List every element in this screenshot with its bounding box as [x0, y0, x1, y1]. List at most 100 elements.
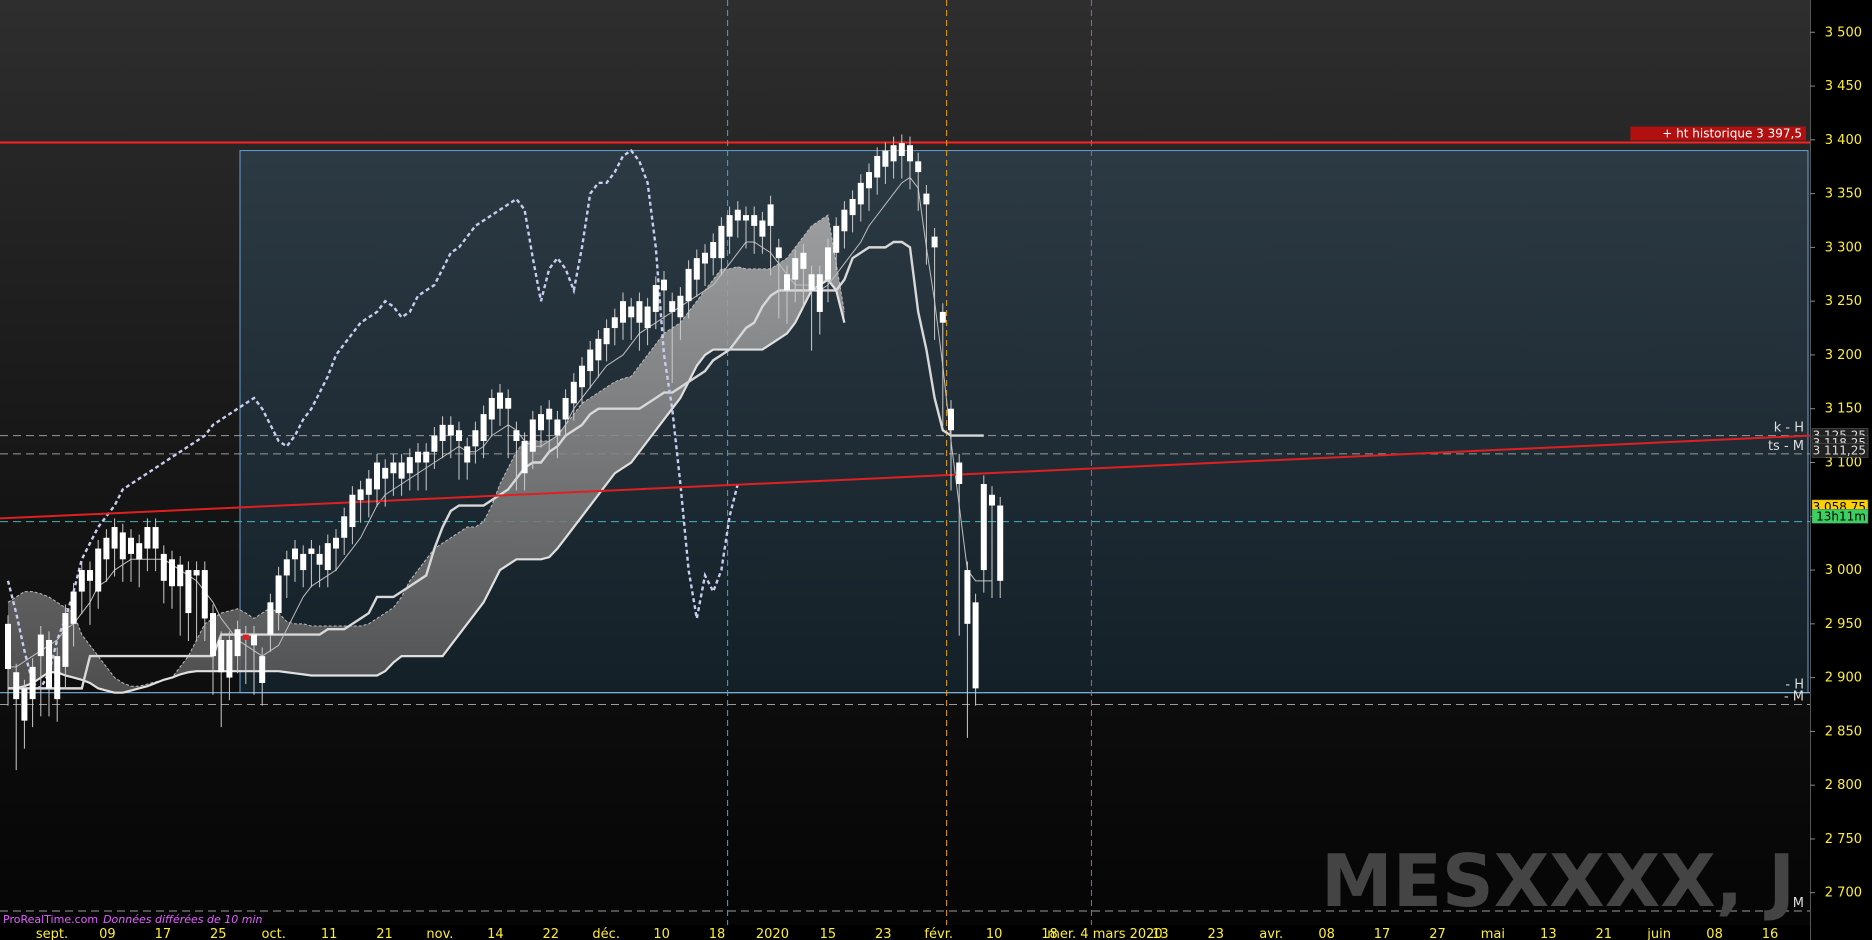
y-tick-label: 2 750 [1825, 832, 1862, 847]
x-tick-label: 21 [376, 927, 393, 940]
candle-body [119, 532, 126, 560]
candle-body [5, 623, 11, 670]
candle-body [488, 397, 495, 420]
candle-body [521, 440, 528, 474]
price-chart[interactable]: + ht historique 3 397,5k - Hts - M- H- M… [0, 0, 1872, 940]
candle-body [841, 209, 848, 232]
candle-body [316, 553, 323, 565]
candle-body [652, 285, 659, 312]
candle-body [710, 242, 717, 259]
candle-body [956, 462, 963, 485]
candle-body [989, 494, 995, 506]
candle-body [169, 559, 175, 587]
candle-body [103, 537, 110, 560]
candle-body [308, 548, 315, 554]
candle-body [800, 252, 807, 269]
x-tick-label: 21 [1595, 927, 1612, 940]
candle-body [13, 672, 20, 700]
candle-body [628, 306, 635, 318]
candle-body [29, 666, 36, 700]
candle-body [948, 408, 954, 431]
candle-body [37, 634, 44, 657]
candle-body [620, 301, 626, 323]
y-tick-label: 3 250 [1825, 294, 1862, 309]
candle-body [275, 575, 282, 614]
candle-body [972, 602, 979, 689]
candle-body [283, 559, 290, 576]
y-tick-label: 3 300 [1825, 240, 1862, 255]
x-tick-label: 08 [1706, 927, 1723, 940]
candle-body [251, 634, 257, 646]
candle-body [898, 143, 905, 156]
candle-body [603, 328, 610, 345]
candle-body [160, 553, 167, 581]
candle-body [144, 527, 151, 549]
candle-body [529, 419, 536, 452]
candle-body [324, 543, 331, 571]
candle-body [472, 430, 479, 447]
y-tick-label: 3 450 [1825, 79, 1862, 94]
candle-body [611, 317, 618, 329]
candle-body [775, 247, 782, 259]
candle-body [644, 306, 651, 329]
candle-body [456, 430, 462, 441]
candle-body [439, 424, 446, 441]
candle-body [193, 570, 200, 576]
x-tick-label: nov. [426, 927, 453, 940]
candle-body [849, 198, 856, 216]
source-brand: ProRealTime.com [3, 913, 98, 926]
x-tick-label: 15 [820, 927, 837, 940]
candle-body [595, 338, 602, 361]
candle-body [415, 451, 421, 463]
candle-body [792, 258, 799, 280]
candle-body [726, 215, 733, 237]
y-tick-label: 3 400 [1825, 133, 1862, 148]
x-tick-label: 11 [321, 927, 338, 940]
candle-body [808, 274, 815, 291]
candle-body [734, 209, 741, 221]
candle-body [866, 172, 872, 189]
y-tick-label: 2 850 [1825, 724, 1862, 739]
x-tick-label: juin [1646, 927, 1671, 940]
candle-body [685, 268, 692, 302]
x-tick-label: déc. [592, 927, 620, 940]
candle-body [505, 397, 512, 409]
x-tick-label: 08 [1318, 927, 1335, 940]
candle-body [357, 489, 364, 501]
candle-body [177, 564, 184, 587]
candle-body [447, 424, 454, 436]
candle-body [636, 301, 643, 323]
source-note: ProRealTime.com Données différées de 10 m… [3, 913, 263, 926]
candle-body [365, 478, 372, 495]
price-tag: 3 111,25 [1813, 443, 1866, 457]
x-tick-label: 23 [875, 927, 892, 940]
candle-body [341, 516, 348, 538]
candle-body [743, 215, 749, 221]
y-tick-label: 2 800 [1825, 778, 1862, 793]
y-tick-label: 3 350 [1825, 187, 1862, 202]
candle-body [513, 430, 520, 441]
candle-body [751, 215, 758, 226]
candle-body [201, 570, 208, 619]
candle-body [702, 252, 708, 264]
candle-body [915, 161, 922, 173]
candle-body [554, 419, 561, 436]
candle-body [964, 570, 971, 624]
countdown-tag: 13h11m [1816, 509, 1866, 523]
candle-body [497, 392, 503, 409]
x-tick-label: 22 [543, 927, 560, 940]
candle-body [587, 349, 594, 372]
y-tick-label: 3 100 [1825, 456, 1862, 471]
candle-body [136, 543, 143, 560]
y-tick-label: 3 500 [1825, 25, 1862, 40]
candle-body [218, 639, 225, 673]
candle-body [62, 613, 69, 667]
candle-body [54, 656, 61, 700]
candle-body [980, 484, 987, 571]
candle-body [997, 505, 1004, 581]
x-tick-label: févr. [924, 927, 953, 940]
level-label: k - H [1774, 421, 1804, 436]
x-tick-label: 09 [99, 927, 116, 940]
candle-body [382, 467, 389, 479]
candle-body [95, 548, 102, 592]
